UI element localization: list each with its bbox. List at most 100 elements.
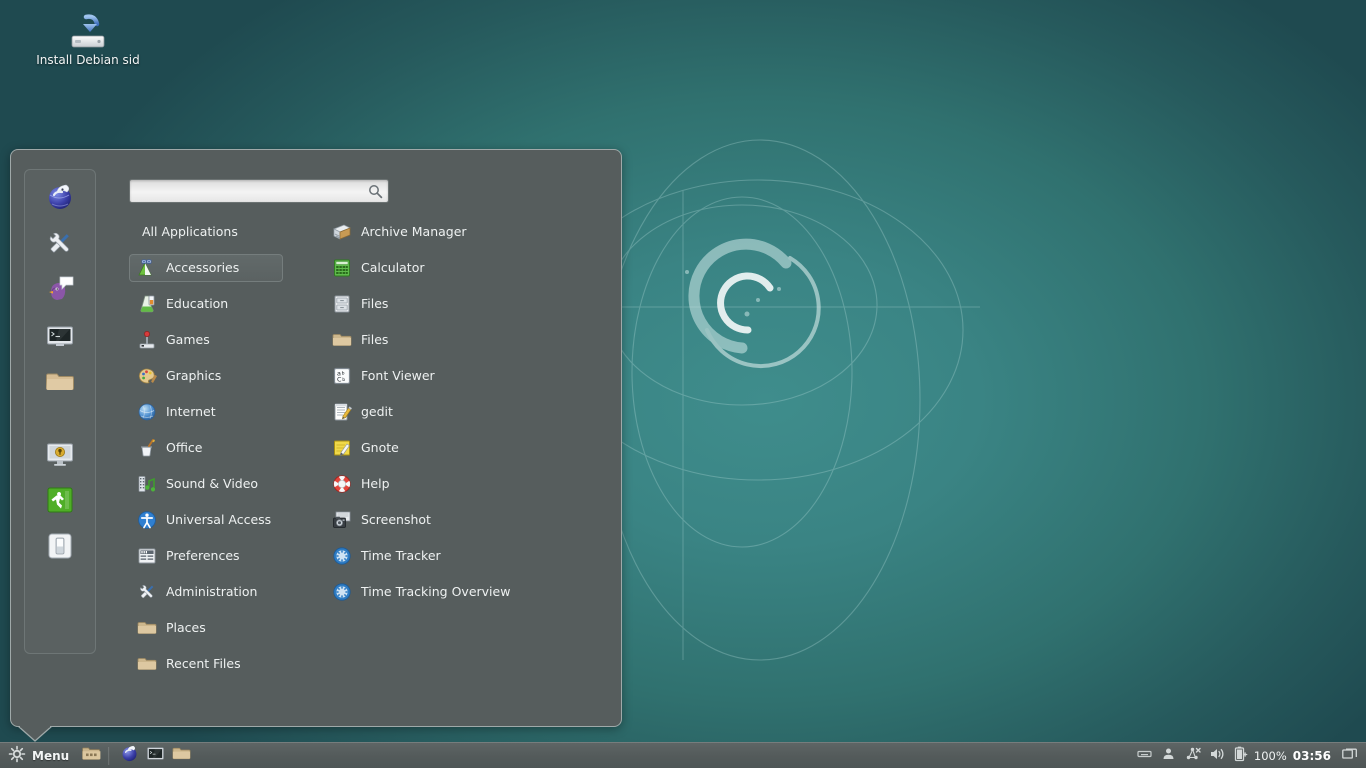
- menu-app-files-folder[interactable]: Files: [324, 326, 614, 354]
- svg-text:b: b: [342, 370, 345, 376]
- panel-launcher-show-desktop[interactable]: [79, 744, 103, 768]
- tray-battery[interactable]: [1232, 747, 1250, 765]
- menu-app-font-viewer[interactable]: a b C b Font Viewer: [324, 362, 614, 390]
- search-icon[interactable]: [368, 184, 383, 199]
- menu-category-office[interactable]: Office: [129, 434, 301, 462]
- menu-app-help[interactable]: Help: [324, 470, 614, 498]
- system-tray: 100% 03:56: [1133, 743, 1366, 768]
- archive-manager-icon: [331, 221, 353, 243]
- keyboard-icon: [1137, 746, 1152, 765]
- panel-separator: [108, 747, 110, 765]
- calculator-icon: [331, 257, 353, 279]
- logout-exit-door-icon: [46, 486, 74, 518]
- power-switch-icon: [46, 532, 74, 564]
- menu-app-screenshot[interactable]: Screenshot: [324, 506, 614, 534]
- menu-search-box[interactable]: [129, 179, 389, 203]
- fav-file-manager[interactable]: [25, 360, 95, 406]
- menu-app-label: Time Tracker: [361, 548, 441, 564]
- menu-category-label: Games: [166, 332, 210, 348]
- folder-icon: [136, 653, 158, 675]
- menu-category-internet[interactable]: Internet: [129, 398, 301, 426]
- menu-category-recent-files[interactable]: Recent Files: [129, 650, 301, 678]
- menu-category-universal-access[interactable]: Universal Access: [129, 506, 301, 534]
- menu-category-places[interactable]: Places: [129, 614, 301, 642]
- gear-sun-icon: [8, 745, 26, 767]
- fav-system-tools[interactable]: [25, 222, 95, 268]
- menu-app-time-tracker[interactable]: Time Tracker: [324, 542, 614, 570]
- menu-app-files-cabinet[interactable]: Files: [324, 290, 614, 318]
- folder-icon: [136, 617, 158, 639]
- fav-lock-screen[interactable]: [25, 433, 95, 479]
- menu-category-education[interactable]: Education: [129, 290, 301, 318]
- tray-network[interactable]: [1184, 747, 1202, 765]
- menu-button[interactable]: Menu: [2, 744, 77, 768]
- time-tracker-icon: [331, 581, 353, 603]
- menu-category-label: Administration: [166, 584, 257, 600]
- wrench-screwdriver-icon: [45, 228, 75, 262]
- desktop-icon-install-debian-sid[interactable]: Install Debian sid: [32, 12, 144, 67]
- lock-screen-monitor-icon: [45, 439, 75, 473]
- menu-app-label: Screenshot: [361, 512, 431, 528]
- menu-category-label: Places: [166, 620, 206, 636]
- menu-category-preferences[interactable]: Preferences: [129, 542, 301, 570]
- menu-category-label: Accessories: [166, 260, 239, 276]
- menu-app-calculator[interactable]: Calculator: [324, 254, 614, 282]
- workspace-switcher[interactable]: [1341, 747, 1359, 765]
- menu-app-label: Files: [361, 296, 388, 312]
- menu-app-label: Calculator: [361, 260, 424, 276]
- clock-label[interactable]: 03:56: [1293, 749, 1331, 763]
- menu-category-label: All Applications: [142, 224, 238, 240]
- menu-app-gnote[interactable]: Gnote: [324, 434, 614, 462]
- menu-app-label: Gnote: [361, 440, 399, 456]
- menu-category-list: All Applications Accessories: [129, 218, 301, 686]
- terminal-icon: [45, 320, 75, 354]
- menu-app-label: Time Tracking Overview: [361, 584, 510, 600]
- iceweasel-globe-icon: [120, 744, 139, 767]
- speaker-icon: [1209, 746, 1225, 766]
- menu-category-graphics[interactable]: Graphics: [129, 362, 301, 390]
- menu-app-label: Files: [361, 332, 388, 348]
- application-menu-popup[interactable]: All Applications Accessories: [10, 149, 622, 727]
- terminal-icon: [146, 744, 165, 767]
- files-cabinet-icon: [331, 293, 353, 315]
- education-flask-icon: [136, 293, 158, 315]
- menu-category-administration[interactable]: Administration: [129, 578, 301, 606]
- games-joystick-icon: [136, 329, 158, 351]
- search-input[interactable]: [136, 182, 368, 202]
- menu-app-archive-manager[interactable]: Archive Manager: [324, 218, 614, 246]
- taskbar-window-terminal[interactable]: [143, 744, 167, 768]
- pidgin-pigeon-icon: [45, 274, 75, 308]
- menu-app-time-tracking-overview[interactable]: Time Tracking Overview: [324, 578, 614, 606]
- show-desktop-icon: [82, 744, 101, 767]
- screenshot-camera-icon: [331, 509, 353, 531]
- menu-category-label: Education: [166, 296, 228, 312]
- menu-favorites-strip: [24, 169, 96, 654]
- menu-category-label: Universal Access: [166, 512, 271, 528]
- menu-category-sound-video[interactable]: Sound & Video: [129, 470, 301, 498]
- font-viewer-icon: a b C b: [331, 365, 353, 387]
- tray-keyboard-layout[interactable]: [1136, 747, 1154, 765]
- menu-popup-tail: [18, 726, 52, 742]
- internet-globe-icon: [136, 401, 158, 423]
- menu-category-accessories[interactable]: Accessories: [129, 254, 283, 282]
- menu-category-games[interactable]: Games: [129, 326, 301, 354]
- desktop[interactable]: Install Debian sid: [0, 0, 1366, 768]
- tray-user-account[interactable]: [1160, 747, 1178, 765]
- menu-button-label: Menu: [32, 749, 69, 763]
- menu-category-all-applications[interactable]: All Applications: [129, 218, 301, 246]
- menu-category-label: Graphics: [166, 368, 221, 384]
- menu-category-label: Sound & Video: [166, 476, 258, 492]
- tray-volume[interactable]: [1208, 747, 1226, 765]
- fav-terminal[interactable]: [25, 314, 95, 360]
- fav-pidgin-messenger[interactable]: [25, 268, 95, 314]
- fav-web-browser[interactable]: [25, 176, 95, 222]
- fav-shutdown[interactable]: [25, 525, 95, 571]
- menu-application-list: Archive Manager: [324, 218, 614, 614]
- menu-app-gedit[interactable]: gedit: [324, 398, 614, 426]
- fav-logout[interactable]: [25, 479, 95, 525]
- taskbar-window-iceweasel[interactable]: [117, 744, 141, 768]
- help-lifebuoy-icon: [331, 473, 353, 495]
- gedit-icon: [331, 401, 353, 423]
- taskbar-window-files[interactable]: [169, 744, 193, 768]
- menu-app-label: Help: [361, 476, 390, 492]
